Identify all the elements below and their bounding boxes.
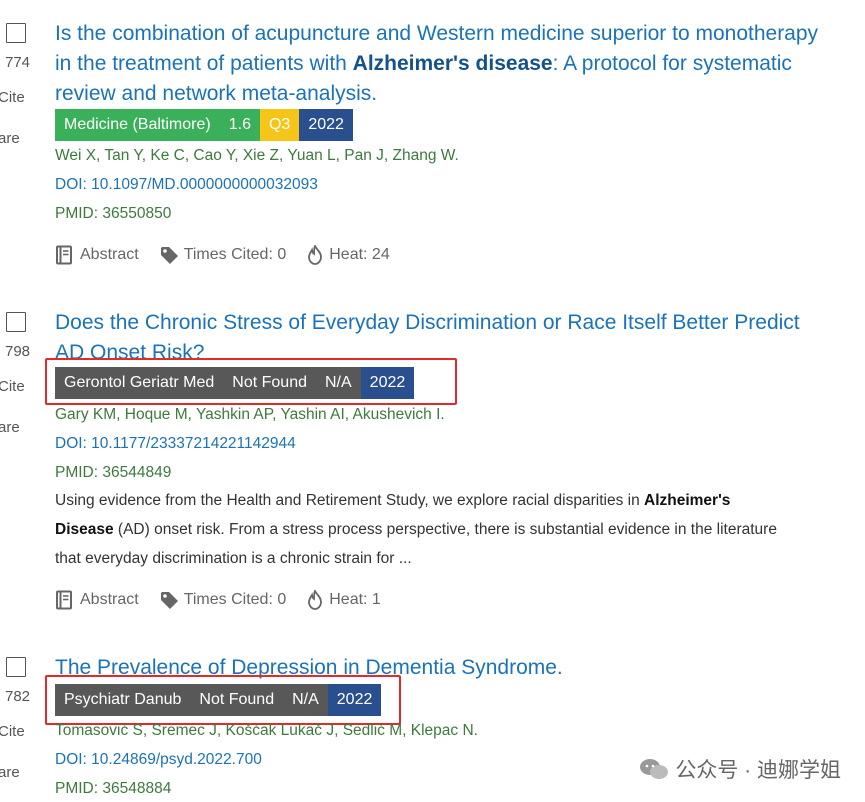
pmid: PMID: 36548884 (55, 780, 172, 797)
abstract-snippet-line: Using evidence from the Health and Retir… (55, 492, 730, 510)
text-segment: Using evidence from the Health and Retir… (55, 492, 644, 509)
highlight-box (45, 675, 401, 725)
doi-link[interactable]: DOI: 10.1177/23337214221142944 (55, 435, 296, 453)
times-cited-label: Times Cited: 0 (183, 591, 287, 608)
action-bar: Abstract Times Cited: 0 Heat: 24 (55, 245, 410, 265)
highlighted-term: Alzheimer's (644, 492, 731, 509)
result-number: 774 (5, 54, 31, 71)
fire-icon (308, 245, 323, 265)
times-cited-label: Times Cited: 0 (183, 246, 287, 263)
fire-icon (308, 590, 323, 610)
text-segment: that everyday discrimination is a chroni… (55, 550, 412, 567)
heat-indicator: Heat: 1 (306, 590, 381, 610)
journal-badge: 2022 (299, 109, 353, 141)
cite-link[interactable]: Cite (0, 723, 28, 740)
watermark-text: 公众号 · 迪娜学姐 (675, 759, 841, 782)
tag-icon (160, 592, 178, 609)
abstract-button[interactable]: Abstract (55, 590, 139, 610)
book-icon (56, 590, 72, 610)
heat-indicator: Heat: 24 (306, 245, 390, 265)
times-cited-button[interactable]: Times Cited: 0 (159, 245, 287, 265)
abstract-snippet-line: that everyday discrimination is a chroni… (55, 550, 412, 568)
article-title[interactable]: Is the combination of acupuncture and We… (55, 19, 825, 109)
highlighted-term: Disease (55, 521, 114, 538)
book-icon (56, 245, 72, 265)
doi-link[interactable]: DOI: 10.1097/MD.0000000000032093 (55, 176, 318, 194)
cite-link[interactable]: Cite (0, 89, 28, 106)
abstract-snippet-line: Disease (AD) onset risk. From a stress p… (55, 521, 777, 539)
authors: Wei X, Tan Y, Ke C, Cao Y, Xie Z, Yuan L… (55, 147, 459, 164)
result-number: 782 (5, 688, 31, 705)
authors: Tomasović S, Sremec J, Košćak Lukač J, S… (55, 722, 478, 739)
journal-badges: Medicine (Baltimore) 1.6 Q3 2022 (55, 109, 353, 141)
pmid: PMID: 36550850 (55, 205, 172, 222)
select-checkbox[interactable] (6, 657, 26, 677)
heat-label: Heat: 1 (329, 591, 381, 608)
journal-badge: Q3 (259, 109, 300, 141)
journal-badge: Medicine (Baltimore) (55, 109, 220, 141)
share-link[interactable]: are (0, 130, 28, 147)
watermark: 公众号 · 迪娜学姐 (639, 754, 841, 784)
wechat-icon (640, 759, 669, 779)
times-cited-button[interactable]: Times Cited: 0 (159, 590, 287, 610)
select-checkbox[interactable] (6, 312, 26, 332)
text-segment: (AD) onset risk. From a stress process p… (113, 521, 777, 538)
authors: Gary KM, Hoque M, Yashkin AP, Yashin AI,… (55, 406, 445, 423)
select-checkbox[interactable] (6, 23, 26, 43)
highlighted-term: Alzheimer's disease (352, 52, 553, 75)
tag-icon (160, 247, 178, 264)
action-bar: Abstract Times Cited: 0 Heat: 1 (55, 590, 401, 610)
doi-link[interactable]: DOI: 10.24869/psyd.2022.700 (55, 751, 262, 769)
heat-label: Heat: 24 (329, 246, 390, 263)
result-number: 798 (5, 343, 31, 360)
text-segment: Does the Chronic Stress of Everyday Disc… (55, 311, 800, 364)
pmid: PMID: 36544849 (55, 464, 172, 481)
cite-link[interactable]: Cite (0, 378, 28, 395)
journal-badge: 1.6 (219, 109, 260, 141)
highlight-box (45, 358, 457, 405)
abstract-label: Abstract (80, 591, 139, 608)
abstract-label: Abstract (80, 246, 139, 263)
share-link[interactable]: are (0, 419, 28, 436)
abstract-button[interactable]: Abstract (55, 245, 139, 265)
share-link[interactable]: are (0, 764, 28, 781)
